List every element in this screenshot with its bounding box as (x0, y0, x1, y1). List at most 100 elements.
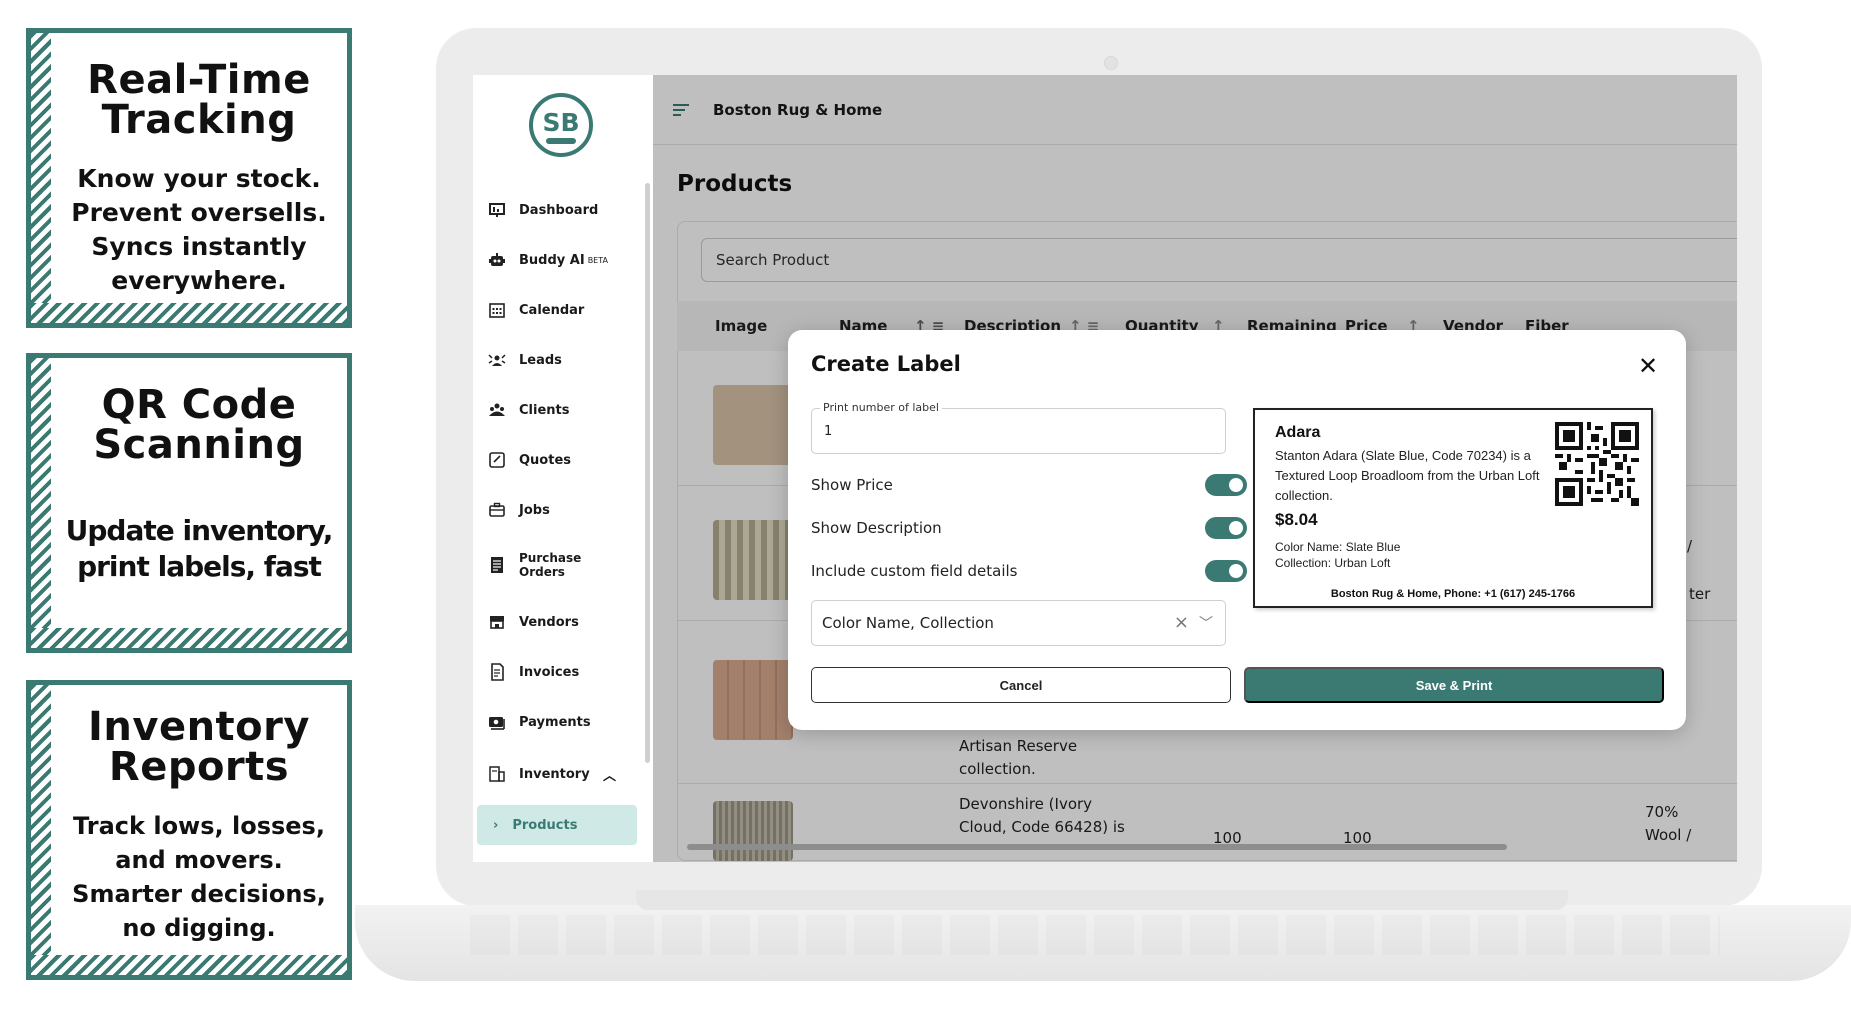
field-label: Print number of label (820, 401, 942, 414)
sidebar-item-invoices[interactable]: Invoices (487, 657, 647, 687)
field-value: 1 (824, 424, 833, 439)
clear-icon[interactable]: × (1174, 612, 1189, 633)
close-icon[interactable]: ✕ (1638, 354, 1658, 378)
sidebar-item-label: Purchase (519, 551, 582, 565)
inventory-icon (487, 764, 507, 784)
chevron-right-icon: › (493, 817, 499, 833)
show-price-row: Show Price (811, 471, 1247, 499)
laptop-keyboard (470, 915, 1720, 955)
sidebar-item-calendar[interactable]: Calendar (487, 295, 647, 325)
sidebar-item-vendors[interactable]: Vendors (487, 607, 647, 637)
cancel-button[interactable]: Cancel (811, 667, 1231, 703)
promo-body-line: Prevent oversells. (71, 198, 327, 227)
custom-fields-row: Include custom field details (811, 557, 1247, 585)
pencil-icon (546, 137, 576, 144)
sidebar-subitem-products[interactable]: › Products (477, 805, 637, 845)
briefcase-icon (487, 500, 507, 520)
sidebar-item-inventory[interactable]: Inventory ︿ (487, 759, 647, 789)
vendors-icon (487, 612, 507, 632)
purchase-orders-icon (487, 555, 507, 575)
sidebar-item-label: Invoices (519, 664, 580, 680)
promo-body-line: no digging. (122, 914, 276, 942)
sidebar-item-jobs[interactable]: Jobs (487, 495, 647, 525)
sidebar-item-label: Orders (519, 565, 565, 579)
promo-body-line: Syncs instantly (91, 232, 307, 261)
show-description-row: Show Description (811, 514, 1247, 542)
promo-title-line: Reports (108, 744, 290, 790)
label-description: Stanton Adara (Slate Blue, Code 70234) i… (1275, 448, 1540, 503)
label-preview: Adara Stanton Adara (Slate Blue, Code 70… (1253, 408, 1653, 608)
sidebar-item-buddy-ai[interactable]: Buddy AI BETA (487, 245, 647, 275)
label-collection: Collection: Urban Loft (1275, 556, 1391, 570)
sidebar-item-label: Payments (519, 714, 591, 730)
chevron-down-icon[interactable]: ﹀ (1199, 613, 1213, 633)
sidebar-item-label: Dashboard (519, 202, 599, 218)
label-footer: Boston Rug & Home, Phone: +1 (617) 245-1… (1330, 588, 1576, 600)
custom-fields-select[interactable]: Color Name, Collection × ﹀ (811, 600, 1226, 646)
dialog-title: Create Label (811, 352, 961, 376)
sidebar-item-leads[interactable]: Leads (487, 345, 647, 375)
promo-title-line: QR Code (101, 382, 297, 428)
dashboard-icon (487, 200, 507, 220)
marketing-screenshot: Real-Time Tracking Know your stock. Prev… (0, 0, 1851, 1011)
sidebar-item-label: Clients (519, 402, 570, 418)
promo-body-line: and movers. (115, 846, 283, 874)
sidebar-item-label: Buddy AI (519, 252, 585, 268)
laptop-hinge (636, 890, 1568, 910)
calendar-icon (487, 300, 507, 320)
quotes-icon (487, 450, 507, 470)
print-number-field[interactable]: Print number of label 1 (811, 401, 1226, 454)
promo-title-line: Real-Time (87, 57, 311, 103)
select-value: Color Name, Collection (822, 614, 994, 632)
logo-text: SB (542, 107, 580, 137)
sidebar-scrollbar[interactable] (645, 183, 650, 763)
promo-card-inventory-reports: Inventory Reports Track lows, losses, an… (26, 680, 352, 980)
promo-body-line: print labels, fast (77, 550, 322, 583)
beta-badge: BETA (587, 255, 608, 265)
payments-icon (487, 712, 507, 732)
logo[interactable]: SB (529, 93, 593, 157)
sidebar-item-label: Leads (519, 352, 562, 368)
promo-card-realtime-tracking: Real-Time Tracking Know your stock. Prev… (26, 28, 352, 328)
invoice-icon (487, 662, 507, 682)
sidebar-item-label: Quotes (519, 452, 572, 468)
save-and-print-button[interactable]: Save & Print (1244, 667, 1664, 703)
promo-card-qr-scanning: QR Code Scanning Update inventory, print… (26, 353, 352, 653)
sidebar: SB Dashboard Buddy AI BETA Calendar Leads (473, 75, 653, 862)
create-label-dialog: Create Label ✕ Print number of label 1 S… (788, 330, 1686, 730)
robot-icon (487, 250, 507, 270)
sidebar-item-label: Calendar (519, 302, 585, 318)
sidebar-item-label: Jobs (519, 502, 550, 518)
toggle-label: Show Description (811, 519, 942, 537)
sidebar-item-purchase-orders[interactable]: Purchase Orders (487, 547, 647, 583)
clients-icon (487, 400, 507, 420)
promo-title-line: Inventory (88, 704, 310, 750)
qr-code-icon (1555, 422, 1639, 506)
leads-icon (487, 350, 507, 370)
chevron-up-icon[interactable]: ︿ (603, 765, 616, 784)
show-description-toggle[interactable] (1205, 517, 1247, 539)
label-price: $8.04 (1275, 510, 1318, 529)
sidebar-item-clients[interactable]: Clients (487, 395, 647, 425)
promo-body-line: Smarter decisions, (72, 880, 326, 908)
laptop-camera (1104, 56, 1118, 70)
toggle-label: Include custom field details (811, 562, 1018, 580)
sidebar-item-dashboard[interactable]: Dashboard (487, 195, 647, 225)
show-price-toggle[interactable] (1205, 474, 1247, 496)
sidebar-item-label: Vendors (519, 614, 579, 630)
promo-title-line: Tracking (101, 97, 297, 143)
promo-body-line: Know your stock. (77, 164, 321, 193)
toggle-label: Show Price (811, 476, 893, 494)
label-product-name: Adara (1275, 424, 1321, 441)
label-color-name: Color Name: Slate Blue (1275, 540, 1401, 554)
promo-title-line: Scanning (93, 422, 305, 468)
promo-body-line: Track lows, losses, (73, 812, 325, 840)
sidebar-item-label: Inventory (519, 766, 590, 782)
custom-fields-toggle[interactable] (1205, 560, 1247, 582)
sidebar-item-label: Products (512, 817, 578, 833)
sidebar-item-payments[interactable]: Payments (487, 707, 647, 737)
promo-body-line: Update inventory, (65, 514, 334, 547)
sidebar-item-quotes[interactable]: Quotes (487, 445, 647, 475)
app-screen: SB Dashboard Buddy AI BETA Calendar Leads (473, 75, 1737, 862)
promo-body-line: everywhere. (111, 266, 287, 295)
